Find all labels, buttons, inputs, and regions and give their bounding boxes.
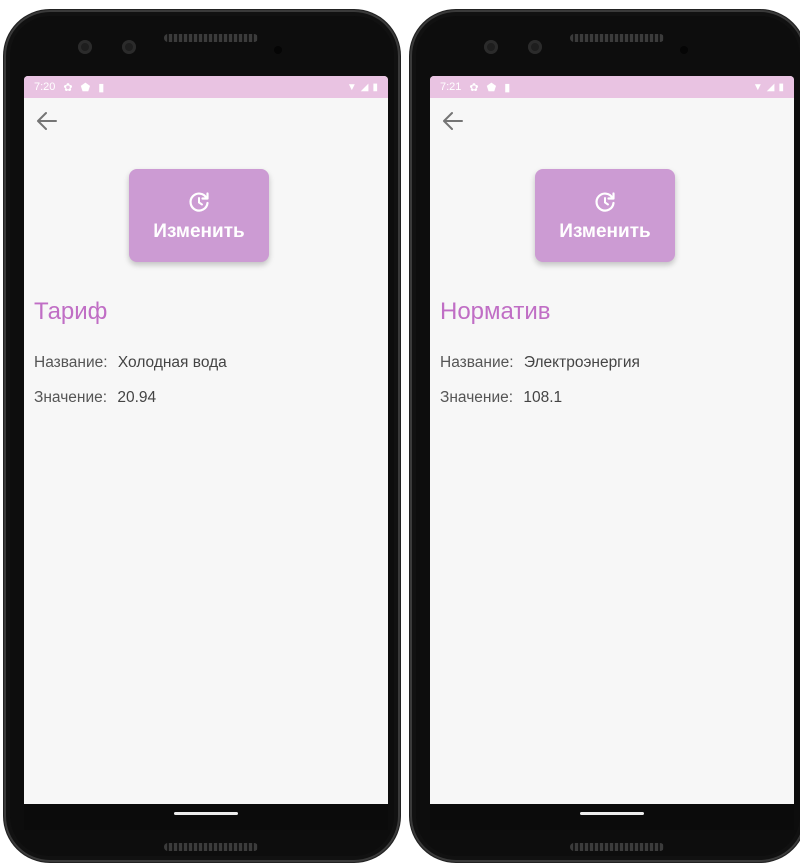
front-camera-icon [78, 40, 92, 54]
name-row: Название: Электроэнергия [440, 354, 640, 372]
shield-icon: ⬟ [80, 81, 91, 94]
status-right-icons: ▼ ◢ ▮ [347, 82, 378, 93]
phone-top-bezel [410, 10, 800, 76]
battery-icon: ▮ [372, 81, 378, 93]
gear-icon: ✿ [469, 81, 479, 94]
earpiece-speaker [570, 34, 664, 42]
value-value: 20.94 [117, 389, 157, 406]
phone-frame-right: 7:21 ✿ ⬟ ▮ ▼ ◢ ▮ Изменить Норматив Назва… [410, 10, 800, 862]
wifi-icon: ▼ [346, 81, 357, 93]
phone-frame-left: 7:20 ✿ ⬟ ▮ ▼ ◢ ▮ Изменить Тариф Название… [4, 10, 400, 862]
arrow-left-icon [37, 112, 57, 130]
value-label: Значение: [440, 389, 514, 406]
edit-button[interactable]: Изменить [535, 169, 675, 262]
shield-icon: ⬟ [486, 81, 497, 94]
update-clock-icon [189, 191, 209, 212]
status-bar: 7:20 ✿ ⬟ ▮ ▼ ◢ ▮ [24, 76, 388, 98]
sim-card-icon: ▮ [504, 81, 511, 94]
name-label: Название: [440, 354, 514, 371]
proximity-sensor [680, 46, 688, 54]
name-value: Холодная вода [117, 354, 227, 371]
name-value: Электроэнергия [523, 354, 640, 371]
edit-button-label: Изменить [559, 220, 651, 242]
app-screen: 7:21 ✿ ⬟ ▮ ▼ ◢ ▮ Изменить Норматив Назва… [430, 76, 794, 804]
signal-icon: ◢ [766, 81, 775, 93]
phone-top-bezel [4, 10, 400, 76]
value-value: 108.1 [523, 389, 563, 406]
value-label: Значение: [34, 389, 108, 406]
navigation-bar [430, 804, 794, 830]
status-bar: 7:21 ✿ ⬟ ▮ ▼ ◢ ▮ [430, 76, 794, 98]
front-camera-icon [122, 40, 136, 54]
front-camera-icon [484, 40, 498, 54]
value-row: Значение: 20.94 [34, 389, 156, 407]
section-title: Тариф [34, 298, 108, 325]
app-screen: 7:20 ✿ ⬟ ▮ ▼ ◢ ▮ Изменить Тариф Название… [24, 76, 388, 804]
earpiece-speaker [164, 34, 258, 42]
name-row: Название: Холодная вода [34, 354, 227, 372]
value-row: Значение: 108.1 [440, 389, 562, 407]
status-right-icons: ▼ ◢ ▮ [753, 82, 784, 93]
front-camera-icon [528, 40, 542, 54]
status-time: 7:20 [34, 81, 56, 93]
back-button[interactable] [32, 106, 62, 136]
update-clock-icon [595, 191, 615, 212]
bottom-speaker [164, 843, 258, 851]
home-gesture-handle[interactable] [174, 812, 238, 815]
arrow-left-icon [443, 112, 463, 130]
back-button[interactable] [438, 106, 468, 136]
name-label: Название: [34, 354, 108, 371]
battery-icon: ▮ [778, 81, 784, 93]
edit-button[interactable]: Изменить [129, 169, 269, 262]
signal-icon: ◢ [360, 81, 369, 93]
proximity-sensor [274, 46, 282, 54]
edit-button-label: Изменить [153, 220, 245, 242]
navigation-bar [24, 804, 388, 830]
section-title: Норматив [440, 298, 551, 325]
bottom-speaker [570, 843, 664, 851]
wifi-icon: ▼ [752, 81, 763, 93]
home-gesture-handle[interactable] [580, 812, 644, 815]
gear-icon: ✿ [63, 81, 73, 94]
status-time: 7:21 [440, 81, 462, 93]
sim-card-icon: ▮ [98, 81, 105, 94]
